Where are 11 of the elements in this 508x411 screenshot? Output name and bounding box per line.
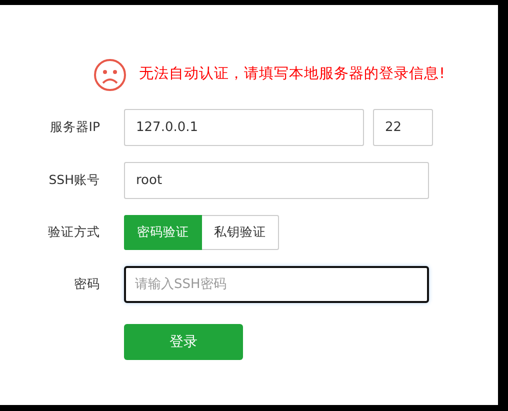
auth-tab[interactable]: 私钥验证 bbox=[202, 215, 279, 250]
field-label: 验证方式 bbox=[47, 223, 100, 242]
port-field[interactable]: 22 bbox=[373, 109, 433, 146]
field-label: 服务器IP bbox=[48, 118, 100, 136]
input-field[interactable]: 127.0.0.1 bbox=[124, 109, 364, 146]
sad-face-icon bbox=[93, 58, 128, 92]
input-field[interactable]: 请输入SSH密码 bbox=[124, 266, 429, 303]
input-field[interactable]: root bbox=[124, 162, 429, 199]
field-label: 密码 bbox=[73, 275, 100, 294]
field-label: SSH账号 bbox=[48, 171, 100, 190]
alert-message: 无法自动认证，请填写本地服务器的登录信息! bbox=[139, 65, 445, 84]
